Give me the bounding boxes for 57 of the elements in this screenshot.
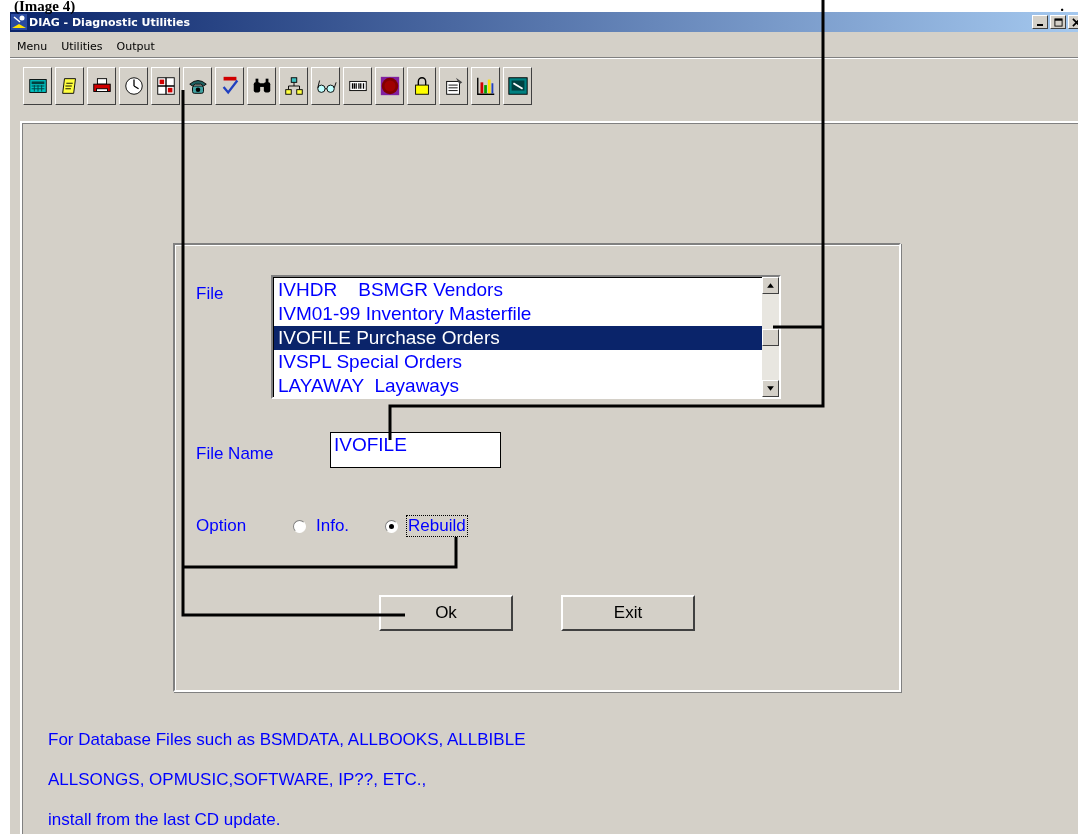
scroll-down-icon [766, 384, 775, 393]
radio-button[interactable] [385, 519, 399, 533]
caption-mark: . [1060, 0, 1064, 12]
option-label[interactable]: Info. [314, 515, 352, 537]
menu-item[interactable]: Menu [17, 39, 48, 53]
monitor-icon [506, 75, 529, 97]
toolbar-button[interactable] [247, 67, 276, 105]
toolbar-button[interactable] [151, 67, 180, 105]
list-item[interactable]: IVSPL Special Orders [274, 350, 762, 374]
toolbar-button[interactable] [279, 67, 308, 105]
file-name-label: File Name [196, 444, 275, 464]
toolbar-button[interactable] [183, 67, 212, 105]
minimize-icon [1037, 24, 1043, 26]
file-list[interactable]: IVHDR BSMGR Vendors IVM01-99 Inventory Masterfile IVOFILE Purchase Orders IVSPL Special Orders LAYAWAY Layaways [271, 275, 781, 399]
satellite-icon [11, 14, 27, 30]
minimize-button[interactable] [1032, 15, 1048, 29]
caption: (Image 4) [14, 0, 76, 12]
maximize-button[interactable] [1050, 15, 1066, 29]
list-item[interactable]: LAYAWAY Layaways [274, 374, 762, 398]
toolbar-button[interactable] [439, 67, 468, 105]
option-label[interactable]: Rebuild [406, 515, 468, 537]
scroll-thumb[interactable] [762, 328, 779, 346]
toolbar-button[interactable] [503, 67, 532, 105]
toolbar-button[interactable] [407, 67, 436, 105]
list-item[interactable]: IVHDR BSMGR Vendors [274, 278, 762, 302]
clock-icon [122, 75, 145, 97]
note-text: ALLSONGS, OPMUSIC,SOFTWARE, IP??, ETC., [48, 769, 428, 791]
network-icon [282, 75, 305, 97]
toolbar-button[interactable] [23, 67, 52, 105]
note-text: install from the last CD update. [48, 809, 282, 831]
list-item[interactable]: IVOFILE Purchase Orders [274, 326, 762, 350]
list-item[interactable]: IVM01-99 Inventory Masterfile [274, 302, 762, 326]
scrollbar[interactable] [762, 277, 779, 397]
menu-item[interactable]: Utilities [61, 39, 103, 53]
file-name-field[interactable]: IVOFILE [330, 432, 501, 468]
grid-icon [154, 75, 177, 97]
stop-icon [378, 75, 401, 97]
toolbar-button[interactable] [119, 67, 148, 105]
toolbar-button[interactable] [55, 67, 84, 105]
toolbar-button[interactable] [311, 67, 340, 105]
toolbar-button[interactable] [375, 67, 404, 105]
toolbar-button[interactable] [471, 67, 500, 105]
toolbar-button[interactable] [87, 67, 116, 105]
close-icon [1071, 17, 1078, 27]
note-text: For Database Files such as BSMDATA, ALLBOOKS, ALLBIBLE [48, 729, 527, 751]
option-label: Option [196, 516, 248, 536]
toolbar-button[interactable] [343, 67, 372, 105]
toolbar-button[interactable] [215, 67, 244, 105]
ok-button[interactable]: Ok [379, 595, 513, 631]
window-title: DIAG - Diagnostic Utilities [29, 15, 191, 29]
bar-chart-icon [474, 75, 497, 97]
radio-button[interactable] [293, 519, 306, 533]
file-label: File [196, 284, 225, 304]
maximize-icon [1053, 17, 1063, 27]
menu-item[interactable]: Output [116, 39, 155, 53]
exit-button[interactable]: Exit [561, 595, 695, 631]
scroll-up-icon [766, 281, 775, 290]
